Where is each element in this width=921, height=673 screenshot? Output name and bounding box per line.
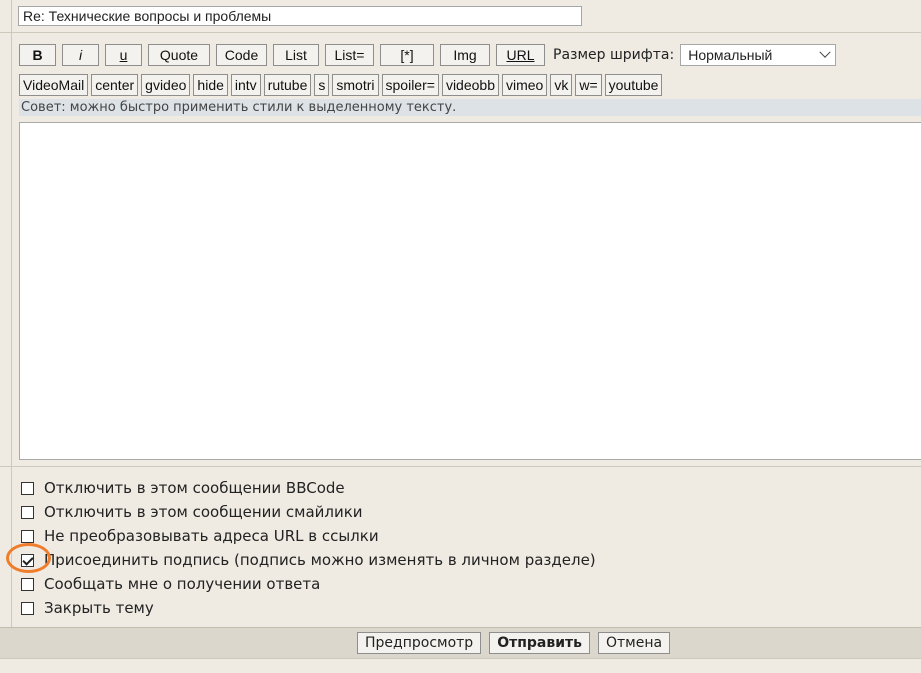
highlight-ring-annotation: [6, 543, 51, 573]
smotri-button[interactable]: smotri: [332, 74, 379, 96]
quote-button[interactable]: Quote: [148, 44, 210, 66]
gvideo-button[interactable]: gvideo: [141, 74, 191, 96]
footer-buttons: Предпросмотр Отправить Отмена: [357, 632, 678, 654]
bbcode-toolbar: B i u Quote Code List List= [*] Img URL …: [19, 43, 921, 97]
code-button[interactable]: Code: [216, 44, 267, 66]
hide-button[interactable]: hide: [193, 74, 228, 96]
option-label: Отключить в этом сообщении смайлики: [44, 503, 363, 521]
s-button[interactable]: s: [314, 74, 330, 96]
option-label: Закрыть тему: [44, 599, 154, 617]
option-disable-bbcode[interactable]: Отключить в этом сообщении BBCode: [21, 476, 596, 500]
checkbox[interactable]: [21, 601, 34, 615]
cancel-button[interactable]: Отмена: [597, 632, 671, 654]
url-button[interactable]: URL: [496, 44, 545, 66]
submit-button[interactable]: Отправить: [489, 632, 590, 654]
option-disable-smilies[interactable]: Отключить в этом сообщении смайлики: [21, 500, 596, 524]
option-label: Сообщать мне о получении ответа: [44, 575, 321, 593]
list-item-button[interactable]: [*]: [380, 44, 434, 66]
checkbox[interactable]: [21, 505, 34, 519]
w-button[interactable]: w=: [575, 74, 602, 96]
italic-button[interactable]: i: [62, 44, 99, 66]
option-lock-topic[interactable]: Закрыть тему: [21, 596, 596, 620]
subject-input[interactable]: [18, 6, 582, 26]
toolbar-row-2: VideoMail center gvideo hide intv rutube…: [19, 73, 921, 97]
submit-bar: Предпросмотр Отправить Отмена: [0, 627, 921, 659]
option-label: Присоединить подпись (подпись можно изме…: [44, 551, 596, 569]
font-size-label: Размер шрифта:: [553, 47, 675, 63]
font-size-selected: Нормальный: [688, 47, 773, 63]
center-button[interactable]: center: [91, 74, 139, 96]
vk-button[interactable]: vk: [550, 74, 573, 96]
option-disable-magic-url[interactable]: Не преобразовывать адреса URL в ссылки: [21, 524, 596, 548]
spoiler-button[interactable]: spoiler=: [381, 74, 439, 96]
img-button[interactable]: Img: [440, 44, 490, 66]
bold-button[interactable]: B: [19, 44, 56, 66]
option-attach-signature[interactable]: Присоединить подпись (подпись можно изме…: [21, 548, 596, 572]
option-notify-reply[interactable]: Сообщать мне о получении ответа: [21, 572, 596, 596]
bottom-strip: [0, 658, 921, 673]
chevron-down-icon: [819, 46, 831, 58]
checkbox[interactable]: [21, 529, 34, 543]
formatting-hint: Совет: можно быстро применить стили к вы…: [19, 99, 921, 116]
post-options: Отключить в этом сообщении BBCode Отключ…: [21, 476, 596, 620]
font-size-select[interactable]: Нормальный: [680, 44, 837, 66]
row-separator: [0, 32, 921, 33]
subject-row: [12, 0, 921, 32]
underline-button[interactable]: u: [105, 44, 142, 66]
option-label: Не преобразовывать адреса URL в ссылки: [44, 527, 379, 545]
youtube-button[interactable]: youtube: [604, 74, 663, 96]
videomail-button[interactable]: VideoMail: [19, 74, 89, 96]
vimeo-button[interactable]: vimeo: [501, 74, 548, 96]
list-ordered-button[interactable]: List=: [325, 44, 374, 66]
preview-button[interactable]: Предпросмотр: [357, 632, 482, 654]
option-label: Отключить в этом сообщении BBCode: [44, 479, 345, 497]
row-separator: [0, 466, 921, 467]
videobb-button[interactable]: videobb: [441, 74, 499, 96]
intv-button[interactable]: intv: [230, 74, 261, 96]
rutube-button[interactable]: rutube: [263, 74, 312, 96]
toolbar-row-1: B i u Quote Code List List= [*] Img URL …: [19, 43, 921, 67]
list-button[interactable]: List: [273, 44, 319, 66]
left-gutter: [0, 0, 12, 627]
message-textarea[interactable]: [19, 122, 921, 460]
checkbox[interactable]: [21, 481, 34, 495]
checkbox[interactable]: [21, 577, 34, 591]
